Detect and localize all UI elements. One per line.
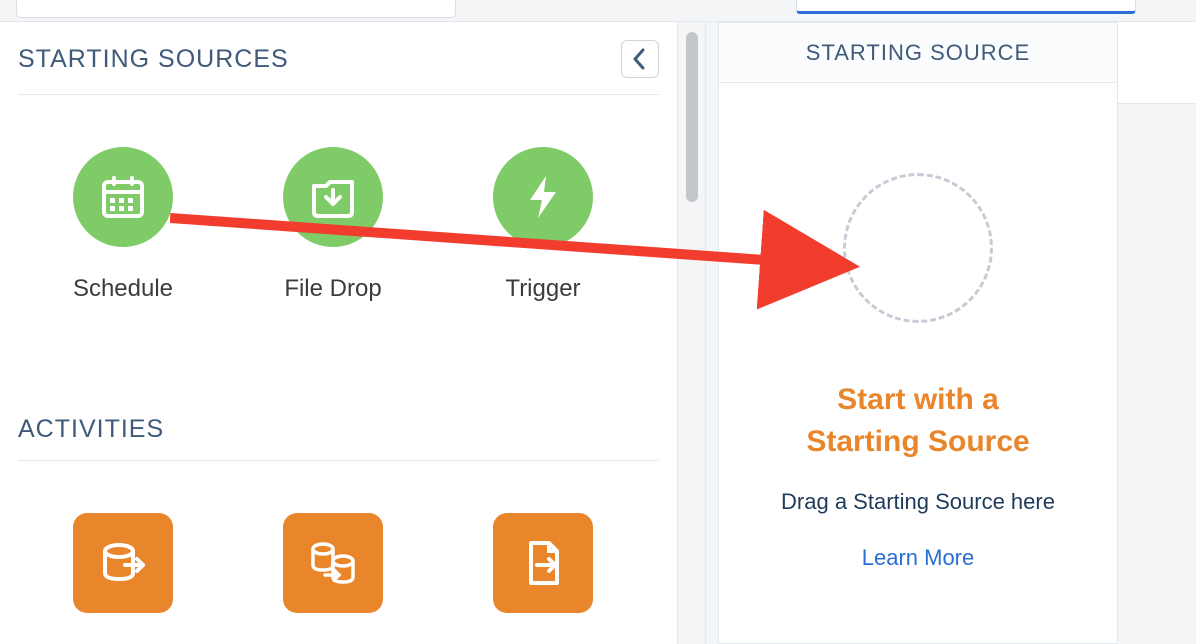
starting-sources-header: STARTING SOURCES (18, 40, 659, 78)
source-file-drop[interactable]: File Drop (228, 147, 438, 303)
source-trigger[interactable]: Trigger (438, 147, 648, 303)
data-transfer-icon (283, 513, 383, 613)
activity-item[interactable] (18, 513, 228, 613)
palette-panel: STARTING SOURCES (0, 22, 678, 644)
starting-sources-row: Schedule File Drop Trigger (18, 147, 659, 303)
drop-target-icon (843, 173, 993, 323)
drop-subtext: Drag a Starting Source here (781, 489, 1055, 515)
scroll-thumb[interactable] (686, 32, 698, 202)
source-label: Schedule (73, 275, 173, 303)
toolbar-region (1118, 22, 1196, 104)
activity-item[interactable] (438, 513, 648, 613)
heading-line: Start with a (837, 383, 999, 416)
file-drop-icon (283, 147, 383, 247)
activities-row (18, 513, 659, 613)
divider (18, 94, 659, 95)
file-transfer-icon (493, 513, 593, 613)
active-input[interactable] (796, 0, 1136, 14)
canvas-header: STARTING SOURCE (719, 23, 1117, 83)
collapse-button[interactable] (621, 40, 659, 78)
source-label: File Drop (284, 275, 381, 303)
activity-item[interactable] (228, 513, 438, 613)
activities-title: ACTIVITIES (18, 415, 659, 444)
canvas-panel: STARTING SOURCE Start with a Starting So… (718, 22, 1118, 644)
source-schedule[interactable]: Schedule (18, 147, 228, 303)
scrollbar[interactable] (678, 22, 706, 644)
chevron-left-icon (632, 48, 648, 70)
start-heading: Start with a Starting Source (806, 379, 1029, 463)
data-extract-icon (73, 513, 173, 613)
top-bar (0, 0, 1196, 22)
drop-area[interactable]: Start with a Starting Source Drag a Star… (719, 83, 1117, 571)
divider (18, 460, 659, 461)
source-label: Trigger (505, 275, 580, 303)
learn-more-link[interactable]: Learn More (862, 545, 975, 571)
starting-sources-title: STARTING SOURCES (18, 45, 289, 74)
schedule-icon (73, 147, 173, 247)
heading-line: Starting Source (806, 425, 1029, 458)
trigger-icon (493, 147, 593, 247)
search-input[interactable] (16, 0, 456, 18)
